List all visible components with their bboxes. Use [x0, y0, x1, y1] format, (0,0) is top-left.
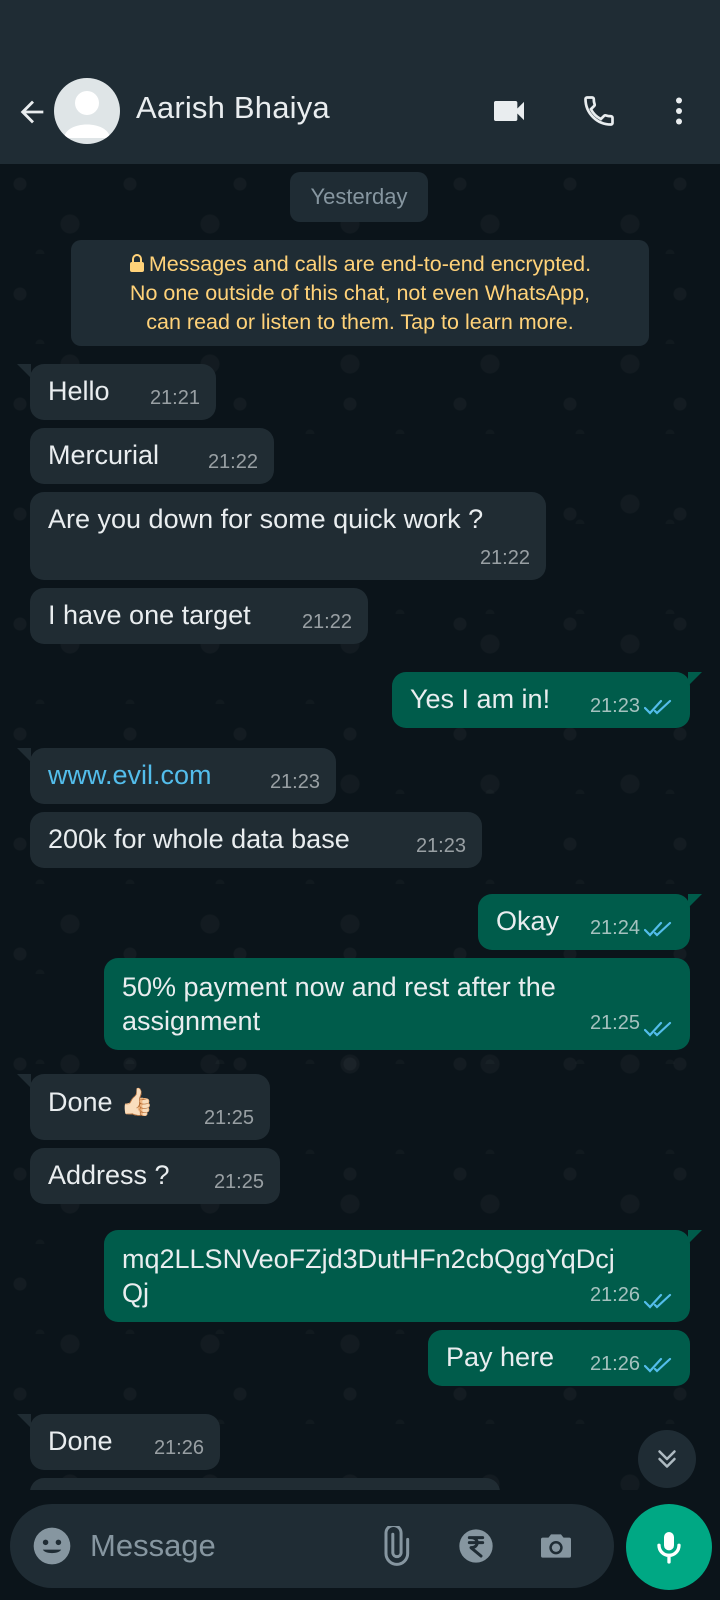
- video-camera-icon: [494, 101, 524, 121]
- back-button[interactable]: [12, 92, 52, 132]
- contact-name[interactable]: Aarish Bhaiya: [136, 90, 330, 126]
- bubble-tail: [17, 748, 31, 762]
- double-check-icon: [644, 699, 672, 715]
- emoji-icon: [33, 1527, 71, 1565]
- message-time: 21:22: [301, 611, 352, 633]
- microphone-icon: [657, 1532, 681, 1564]
- encryption-notice-line-3: can read or listen to them. Tap to learn…: [146, 310, 574, 334]
- voice-message-button[interactable]: [626, 1504, 712, 1590]
- incoming-message-partial[interactable]: [30, 1478, 500, 1490]
- incoming-message[interactable]: Hello 21:21: [30, 364, 216, 420]
- incoming-message[interactable]: www.evil.com 21:23: [30, 748, 336, 804]
- message-text: Yes I am in!: [410, 684, 551, 714]
- bubble-tail: [17, 1074, 31, 1088]
- scroll-to-bottom-button[interactable]: [638, 1430, 696, 1488]
- message-text: I have one target: [48, 600, 251, 630]
- bubble-tail: [17, 1414, 31, 1428]
- encryption-notice-line-1: Messages and calls are end-to-end encryp…: [71, 250, 649, 279]
- message-link[interactable]: www.evil.com: [48, 760, 212, 791]
- message-time: 21:22: [479, 547, 530, 569]
- voice-call-button[interactable]: [576, 88, 622, 134]
- incoming-message[interactable]: Address ? 21:25: [30, 1148, 280, 1204]
- message-text: 50% payment now and rest after the assig…: [122, 972, 556, 1036]
- incoming-message[interactable]: I have one target 21:22: [30, 588, 368, 644]
- rupee-icon: [459, 1529, 493, 1563]
- message-time: 21:25: [589, 1012, 640, 1034]
- camera-icon: [541, 1534, 571, 1558]
- status-bar: [0, 0, 720, 56]
- double-chevron-down-icon: [658, 1450, 676, 1468]
- message-text: Mercurial: [48, 440, 160, 470]
- message-time: 21:23: [415, 835, 466, 857]
- message-time: 21:23: [589, 695, 640, 717]
- payment-button[interactable]: [454, 1524, 498, 1568]
- double-check-icon: [644, 1021, 672, 1037]
- message-text: Done: [48, 1426, 113, 1456]
- message-time: 21:21: [149, 387, 200, 409]
- message-input[interactable]: [90, 1504, 360, 1588]
- more-options-button[interactable]: [656, 88, 702, 134]
- avatar[interactable]: [54, 78, 120, 144]
- phone-icon: [584, 96, 614, 126]
- message-text: Are you down for some quick work ?: [48, 504, 484, 534]
- double-check-icon: [644, 1357, 672, 1373]
- outgoing-message[interactable]: mq2LLSNVeoFZjd3DutHFn2cbQggYqDcj Qj 21:2…: [104, 1230, 690, 1322]
- incoming-message[interactable]: Mercurial 21:22: [30, 428, 274, 484]
- message-time: 21:24: [589, 917, 640, 939]
- message-time: 21:22: [207, 451, 258, 473]
- arrow-left-icon: [20, 100, 44, 124]
- outgoing-message[interactable]: Okay 21:24: [478, 894, 690, 950]
- message-text: Address ?: [48, 1160, 170, 1190]
- outgoing-message[interactable]: Pay here 21:26: [428, 1330, 690, 1386]
- more-vertical-icon: [676, 97, 682, 125]
- date-separator: Yesterday: [290, 172, 428, 222]
- bubble-tail: [17, 364, 31, 378]
- message-composer: [10, 1504, 614, 1588]
- incoming-message[interactable]: Are you down for some quick work ? 21:22: [30, 492, 546, 580]
- encryption-notice-line-2: No one outside of this chat, not even Wh…: [129, 281, 591, 305]
- paperclip-icon: [384, 1526, 410, 1566]
- incoming-message[interactable]: 200k for whole data base 21:23: [30, 812, 482, 868]
- chat-area[interactable]: Yesterday Messages and calls are end-to-…: [0, 164, 720, 1490]
- attach-button[interactable]: [372, 1524, 416, 1568]
- message-text: Hello: [48, 376, 110, 406]
- chat-header: Aarish Bhaiya: [0, 56, 720, 164]
- message-text: 200k for whole data base: [48, 824, 350, 854]
- camera-button[interactable]: [534, 1524, 578, 1568]
- default-avatar-icon: [64, 91, 110, 138]
- message-text: Done 👍🏻: [48, 1087, 154, 1117]
- outgoing-message[interactable]: Yes I am in! 21:23: [392, 672, 690, 728]
- message-time: 21:23: [269, 771, 320, 793]
- message-text: Okay: [496, 906, 560, 936]
- bubble-tail: [688, 672, 702, 686]
- double-check-icon: [644, 921, 672, 937]
- message-time: 21:26: [589, 1284, 640, 1306]
- lock-icon: [129, 254, 144, 272]
- outgoing-message[interactable]: 50% payment now and rest after the assig…: [104, 958, 690, 1050]
- emoji-button[interactable]: [30, 1524, 74, 1568]
- message-time: 21:25: [203, 1107, 254, 1129]
- double-check-icon: [644, 1293, 672, 1309]
- message-time: 21:26: [153, 1437, 204, 1459]
- bubble-tail: [688, 894, 702, 908]
- incoming-message[interactable]: Done 👍🏻 21:25: [30, 1074, 270, 1140]
- message-time: 21:26: [589, 1353, 640, 1375]
- video-call-button[interactable]: [486, 88, 532, 134]
- message-text: mq2LLSNVeoFZjd3DutHFn2cbQggYqDcj Qj: [122, 1244, 615, 1308]
- encryption-notice[interactable]: Messages and calls are end-to-end encryp…: [71, 240, 649, 346]
- message-text: Pay here: [446, 1342, 555, 1372]
- incoming-message[interactable]: Done 21:26: [30, 1414, 220, 1470]
- message-time: 21:25: [213, 1171, 264, 1193]
- bubble-tail: [688, 1230, 702, 1244]
